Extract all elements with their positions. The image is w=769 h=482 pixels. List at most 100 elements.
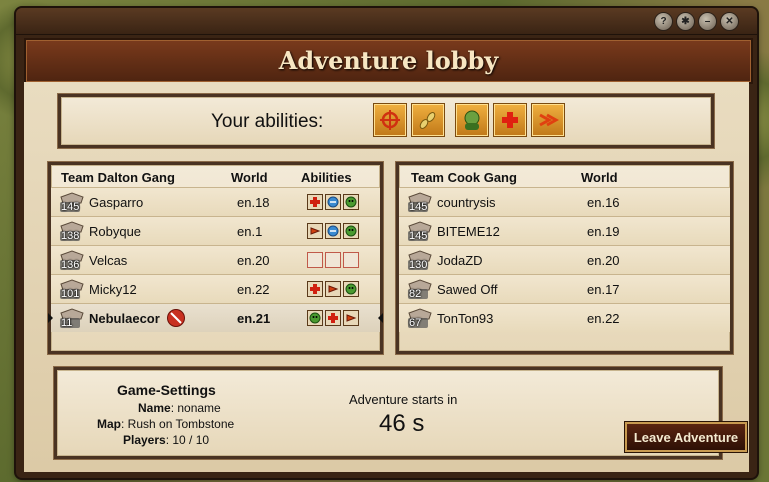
team-b-header: Team Cook Gang World bbox=[399, 165, 730, 187]
player-world: en.20 bbox=[237, 253, 270, 268]
player-name: Robyque bbox=[89, 224, 142, 239]
player-name: Nebulaecor bbox=[89, 311, 160, 326]
skull-ability-icon bbox=[343, 223, 359, 239]
player-row[interactable]: 101 Micky12 en.22 bbox=[51, 274, 380, 303]
player-name: JodaZD bbox=[437, 253, 483, 268]
level-value: 138 bbox=[61, 230, 80, 242]
level-badge: 11 bbox=[59, 307, 85, 329]
level-value: 67 bbox=[409, 317, 422, 329]
player-world: en.20 bbox=[587, 253, 620, 268]
dart-ability-icon bbox=[343, 310, 359, 326]
level-badge: 145 bbox=[407, 220, 433, 242]
settings-players: Players: 10 / 10 bbox=[123, 433, 209, 447]
countdown-timer: 46 s bbox=[379, 410, 425, 437]
player-row[interactable]: 67 TonTon93 en.22 bbox=[399, 303, 730, 332]
level-badge: 82 bbox=[407, 278, 433, 300]
level-value: 145 bbox=[409, 230, 428, 242]
portrait-icon[interactable] bbox=[455, 103, 489, 137]
name-value: : noname bbox=[170, 401, 221, 415]
level-value: 101 bbox=[61, 288, 80, 300]
level-value: 145 bbox=[409, 201, 428, 213]
level-value: 145 bbox=[61, 201, 80, 213]
leave-adventure-button[interactable]: Leave Adventure bbox=[625, 422, 747, 452]
player-world: en.16 bbox=[587, 195, 620, 210]
game-settings-panel: Game-Settings Name: noname Map: Rush on … bbox=[54, 367, 747, 459]
level-badge: 67 bbox=[407, 307, 433, 329]
player-world: en.22 bbox=[237, 282, 270, 297]
player-world: en.17 bbox=[587, 282, 620, 297]
skull-ability-icon bbox=[343, 194, 359, 210]
player-name: countrysis bbox=[437, 195, 496, 210]
level-value: 11 bbox=[61, 317, 73, 329]
settings-map: Map: Rush on Tombstone bbox=[97, 417, 234, 431]
player-name: Gasparro bbox=[89, 195, 144, 210]
minimize-icon[interactable]: – bbox=[698, 12, 717, 31]
player-world: en.1 bbox=[237, 224, 263, 239]
selected-right-marker bbox=[378, 313, 383, 323]
plus-icon[interactable] bbox=[493, 103, 527, 137]
no-ability-icon bbox=[167, 309, 185, 327]
level-value: 82 bbox=[409, 288, 422, 300]
empty-ability-icon bbox=[307, 252, 323, 268]
player-world: en.21 bbox=[237, 311, 271, 326]
level-badge: 136 bbox=[59, 249, 85, 271]
dart-ability-icon bbox=[307, 223, 323, 239]
arrows-icon[interactable] bbox=[531, 103, 565, 137]
team-b-world-header: World bbox=[581, 170, 618, 185]
skull-ability-icon bbox=[307, 310, 323, 326]
level-badge: 145 bbox=[407, 191, 433, 213]
plus-ability-icon bbox=[307, 194, 323, 210]
team-cook-panel: Team Cook Gang World 145 countrysis en.16 1… bbox=[396, 162, 733, 354]
help-icon[interactable]: ? bbox=[654, 12, 673, 31]
team-a-header: Team Dalton Gang World Abilities bbox=[51, 165, 380, 187]
players-label: Players bbox=[123, 433, 166, 447]
player-name: Sawed Off bbox=[437, 282, 498, 297]
map-value: : Rush on Tombstone bbox=[121, 417, 235, 431]
team-dalton-panel: Team Dalton Gang World Abilities 145 Gasp… bbox=[48, 162, 383, 354]
target-icon[interactable] bbox=[373, 103, 407, 137]
selected-left-marker bbox=[48, 313, 53, 323]
player-row[interactable]: 82 Sawed Off en.17 bbox=[399, 274, 730, 303]
map-label: Map bbox=[97, 417, 121, 431]
player-name: Micky12 bbox=[89, 282, 137, 297]
abilities-label: Your abilities: bbox=[211, 111, 324, 132]
team-a-world-header: World bbox=[231, 170, 268, 185]
empty-ability-icon bbox=[343, 252, 359, 268]
players-value: : 10 / 10 bbox=[165, 433, 210, 447]
skull-ability-icon bbox=[343, 281, 359, 297]
settings-icon[interactable]: ✱ bbox=[676, 12, 695, 31]
player-name: Velcas bbox=[89, 253, 128, 268]
page-title: Adventure lobby bbox=[278, 46, 499, 75]
abilities-panel: Your abilities: bbox=[58, 94, 714, 148]
window-top-bar: ? ✱ – ✕ bbox=[16, 8, 757, 35]
team-a-name: Team Dalton Gang bbox=[61, 170, 175, 185]
content-area: Your abilities: Team Dalton Gang World A… bbox=[24, 82, 749, 472]
dart-ability-icon bbox=[325, 281, 341, 297]
level-value: 130 bbox=[409, 259, 428, 271]
title-bar: Adventure lobby bbox=[24, 38, 753, 84]
player-world: en.18 bbox=[237, 195, 270, 210]
player-row[interactable]: 145 BITEME12 en.19 bbox=[399, 216, 730, 245]
player-row[interactable]: 11 Nebulaecor en.21 bbox=[48, 303, 383, 332]
player-row[interactable]: 136 Velcas en.20 bbox=[51, 245, 380, 274]
game-settings-title: Game-Settings bbox=[117, 382, 216, 398]
player-row[interactable]: 138 Robyque en.1 bbox=[51, 216, 380, 245]
player-name: BITEME12 bbox=[437, 224, 500, 239]
level-badge: 145 bbox=[59, 191, 85, 213]
player-row[interactable]: 130 JodaZD en.20 bbox=[399, 245, 730, 274]
level-value: 136 bbox=[61, 259, 80, 271]
bullets-icon[interactable] bbox=[411, 103, 445, 137]
team-b-name: Team Cook Gang bbox=[411, 170, 517, 185]
player-world: en.22 bbox=[587, 311, 620, 326]
adventure-starts-label: Adventure starts in bbox=[349, 392, 458, 407]
player-world: en.19 bbox=[587, 224, 620, 239]
player-row[interactable]: 145 countrysis en.16 bbox=[399, 187, 730, 216]
level-badge: 138 bbox=[59, 220, 85, 242]
level-badge: 101 bbox=[59, 278, 85, 300]
team-a-abilities-header: Abilities bbox=[301, 170, 352, 185]
player-row[interactable]: 145 Gasparro en.18 bbox=[51, 187, 380, 216]
close-icon[interactable]: ✕ bbox=[720, 12, 739, 31]
swap-ability-icon bbox=[325, 194, 341, 210]
player-name: TonTon93 bbox=[437, 311, 494, 326]
name-label: Name bbox=[138, 401, 171, 415]
